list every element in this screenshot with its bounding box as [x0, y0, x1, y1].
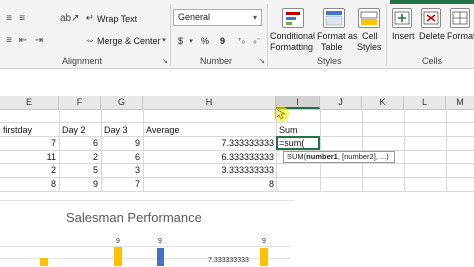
group-label-styles: Styles [317, 56, 342, 66]
table-cell[interactable]: 9 [101, 137, 140, 150]
group-label-alignment: Alignment [62, 56, 103, 66]
delete-button[interactable]: Delete [419, 31, 445, 41]
wrap-text-icon: ↵ [85, 13, 95, 24]
increase-indent-icon[interactable]: ⇥ [33, 36, 45, 46]
ribbon: ≡ ≡ ≡ ⇤ ⇥ ab↗ ↵ Wrap Text ⇔ Merge & Cent… [0, 0, 474, 69]
format-as-table-label-2: Table [321, 42, 343, 52]
chart-bar [40, 258, 48, 266]
tooltip-arguments: , [number2], ...) [337, 152, 389, 161]
merge-center-icon: ⇔ [85, 35, 95, 46]
accounting-format-button[interactable]: $ [178, 36, 183, 46]
conditional-formatting-icon [282, 8, 304, 28]
column-header-j[interactable]: J [320, 96, 362, 109]
table-cell[interactable]: 2 [0, 164, 56, 177]
chart-data-label: 9 [262, 238, 266, 245]
cell-styles-icon [358, 8, 380, 28]
header-cell-average[interactable]: Average [146, 124, 179, 137]
chevron-down-icon[interactable]: ▾ [160, 36, 168, 46]
function-tooltip[interactable]: SUM(number1, [number2], ...) [283, 151, 395, 163]
header-cell-day2[interactable]: Day 2 [62, 124, 86, 137]
table-cell[interactable]: 6.333333333 [143, 151, 274, 164]
column-header-g[interactable]: G [101, 96, 143, 109]
chart-bar [114, 247, 122, 266]
table-cell[interactable]: 7 [0, 137, 56, 150]
dialog-launcher-icon[interactable]: ↘ [161, 57, 169, 67]
tooltip-function: SUM( [287, 152, 307, 161]
column-header-l[interactable]: L [404, 96, 446, 109]
chevron-down-icon[interactable]: ▾ [187, 37, 195, 47]
delete-cells-icon [421, 8, 441, 28]
cell-styles-label-2: Styles [357, 42, 382, 52]
table-cell[interactable]: 7.333333333 [143, 137, 274, 150]
table-cell[interactable]: 11 [0, 151, 56, 164]
chart-data-label: 9 [158, 238, 162, 245]
table-cell[interactable]: 5 [59, 164, 98, 177]
table-cell[interactable]: 3.333333333 [143, 164, 274, 177]
column-header-row: E F G H I J K L M [0, 96, 474, 110]
orientation-icon[interactable]: ab↗ [60, 14, 80, 24]
chart-title: Salesman Performance [66, 210, 202, 225]
table-cell[interactable]: 9 [59, 178, 98, 191]
increase-decimal-icon[interactable]: ⁺₀ [234, 36, 248, 46]
dialog-launcher-icon[interactable]: ↘ [258, 57, 266, 67]
align-right-icon[interactable]: ≡ [3, 36, 15, 46]
cell-styles-button[interactable]: Cell [362, 31, 378, 41]
percent-style-button[interactable]: % [201, 36, 209, 46]
table-cell[interactable]: 6 [101, 151, 140, 164]
active-cell-editor[interactable]: =sum( [276, 136, 320, 150]
table-cell[interactable]: 2 [59, 151, 98, 164]
wrap-text-button[interactable]: Wrap Text [97, 14, 137, 24]
align-middle-icon[interactable]: ≡ [16, 14, 28, 24]
chart-gridline [0, 246, 290, 247]
conditional-formatting-label-2: Formatting [270, 42, 314, 52]
chart-bar [157, 248, 164, 266]
chart-data-label: 7.333333333 [208, 257, 249, 264]
group-divider [386, 4, 387, 66]
formula-bar-area [0, 69, 474, 96]
insert-button[interactable]: Insert [392, 31, 415, 41]
format-as-table-icon [323, 8, 345, 28]
group-label-cells: Cells [422, 56, 443, 66]
title-bar-accent [390, 0, 474, 4]
column-header-f[interactable]: F [59, 96, 101, 109]
format-button[interactable]: Format [447, 31, 474, 41]
decrease-indent-icon[interactable]: ⇤ [17, 36, 29, 46]
group-label-number: Number [200, 56, 233, 66]
group-divider [170, 4, 171, 66]
format-cells-icon [450, 8, 470, 28]
chevron-down-icon: ▾ [252, 13, 257, 22]
column-header-e[interactable]: E [0, 96, 59, 109]
column-header-k[interactable]: K [362, 96, 404, 109]
format-as-table-button[interactable]: Format as [317, 31, 358, 41]
number-format-value: General [178, 12, 211, 22]
table-cell[interactable]: 8 [143, 178, 274, 191]
column-header-m[interactable]: M [446, 96, 474, 109]
chart-data-label: 9 [116, 238, 120, 245]
conditional-formatting-button[interactable]: Conditional [270, 31, 315, 41]
table-cell[interactable]: 7 [101, 178, 140, 191]
number-format-select[interactable]: General ▾ [173, 9, 262, 26]
header-cell-day3[interactable]: Day 3 [104, 124, 128, 137]
tooltip-current-argument: number1 [306, 152, 338, 161]
group-divider [267, 4, 268, 66]
chart-bar [260, 248, 268, 266]
header-cell-firstday[interactable]: firstday [3, 124, 32, 137]
insert-cells-icon [392, 8, 412, 28]
table-cell[interactable]: 6 [59, 137, 98, 150]
comma-style-button[interactable]: 9 [220, 36, 225, 46]
table-cell[interactable]: 3 [101, 164, 140, 177]
column-header-h[interactable]: H [143, 96, 276, 109]
table-cell[interactable]: 8 [0, 178, 56, 191]
grid-line [0, 191, 474, 192]
grid-line [0, 122, 474, 123]
decrease-decimal-icon[interactable]: ₀⁻ [250, 36, 264, 46]
active-cell-value: =sum( [279, 138, 305, 148]
merge-center-button[interactable]: Merge & Center [97, 36, 161, 46]
align-top-icon[interactable]: ≡ [3, 14, 15, 24]
